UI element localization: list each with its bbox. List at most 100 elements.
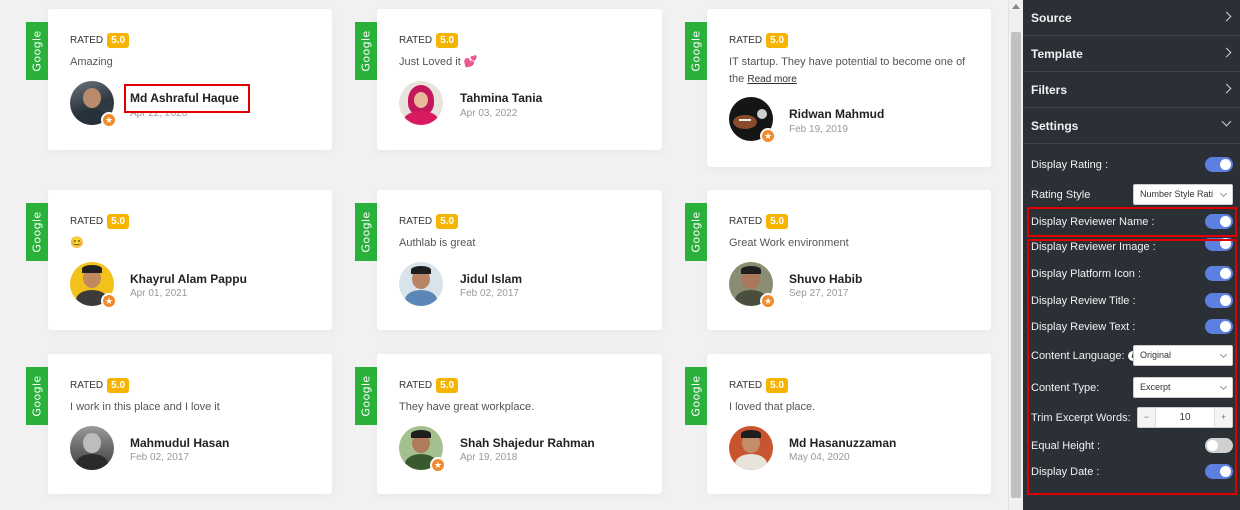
chevron-down-icon xyxy=(1219,189,1228,198)
section-settings[interactable]: Settings xyxy=(1023,108,1240,144)
avatar xyxy=(70,426,114,470)
platform-tag: Google xyxy=(355,367,377,425)
section-template[interactable]: Template xyxy=(1023,36,1240,72)
reviewer-name: Shah Shajedur Rahman xyxy=(460,436,595,450)
section-label: Template xyxy=(1031,47,1083,61)
review-text: 😊 xyxy=(70,237,84,249)
review-card[interactable]: Google RATED5.0 Amazing ★ Md Ashraful Ha… xyxy=(26,9,332,150)
rating-row: RATED 5.0 xyxy=(729,214,789,229)
rating-badge: 5.0 xyxy=(766,33,789,48)
rating-row: RATED 5.0 xyxy=(399,378,459,393)
review-text: I loved that place. xyxy=(729,401,816,413)
google-star-icon: ★ xyxy=(760,293,776,309)
display-rating-toggle[interactable] xyxy=(1205,157,1233,172)
review-text: Amazing xyxy=(70,56,113,68)
review-date: Apr 01, 2021 xyxy=(130,288,188,299)
review-date: Apr 19, 2018 xyxy=(460,452,518,463)
rating-badge: 5.0 xyxy=(766,214,789,229)
platform-tag: Google xyxy=(685,22,707,80)
section-filters[interactable]: Filters xyxy=(1023,72,1240,108)
reviewer-name: Jidul Islam xyxy=(460,272,523,286)
avatar: ★ xyxy=(70,81,117,128)
review-card[interactable]: Google RATED 5.0 I work in this place and… xyxy=(26,354,332,494)
platform-tag: Google xyxy=(26,22,48,80)
review-text: Authlab is great xyxy=(399,237,476,249)
rating-row: RATED 5.0 xyxy=(70,378,130,393)
review-date: Feb 02, 2017 xyxy=(460,288,519,299)
canvas-scrollbar[interactable] xyxy=(1008,0,1022,510)
highlight-settings-group xyxy=(1027,239,1237,495)
setting-display-rating: Display Rating : xyxy=(1023,153,1240,177)
rating-badge: 5.0 xyxy=(107,214,130,229)
rating-row: RATED 5.0 xyxy=(729,378,789,393)
reviewer-name-highlighted: Md Ashraful Haque xyxy=(130,91,239,105)
review-date: Sep 27, 2017 xyxy=(789,288,849,299)
chevron-right-icon xyxy=(1221,11,1232,22)
section-label: Settings xyxy=(1031,119,1079,133)
rating-row: RATED 5.0 xyxy=(70,214,130,229)
review-date: May 04, 2020 xyxy=(789,452,850,463)
chevron-right-icon xyxy=(1221,47,1232,58)
reviewer-name: Tahmina Tania xyxy=(460,91,543,105)
avatar: ★ xyxy=(399,426,446,473)
read-more-link[interactable]: Read more xyxy=(747,74,796,85)
reviewer-name: Khayrul Alam Pappu xyxy=(130,272,247,286)
review-text: IT startup. They have potential to becom… xyxy=(729,56,966,85)
review-text: I work in this place and I love it xyxy=(70,401,220,413)
review-card[interactable]: Google RATED 5.0 IT startup. They have po… xyxy=(685,9,991,167)
platform-tag: Google xyxy=(685,203,707,261)
review-date: Apr 03, 2022 xyxy=(460,108,518,119)
google-star-icon: ★ xyxy=(760,128,776,144)
scrollbar-thumb[interactable] xyxy=(1011,32,1021,498)
rating-badge: 5.0 xyxy=(107,378,130,393)
review-text: Just Loved it 💕 xyxy=(399,56,478,68)
section-source[interactable]: Source xyxy=(1023,0,1240,36)
review-card[interactable]: Google RATED 5.0 😊 ★ Khayrul Alam Pappu A… xyxy=(26,190,332,330)
rating-badge: 5.0 xyxy=(436,33,459,48)
review-card[interactable]: Google RATED 5.0 Just Loved it 💕 Tahmina … xyxy=(355,9,662,150)
platform-tag: Google xyxy=(26,367,48,425)
google-star-icon: ★ xyxy=(101,293,117,309)
avatar: ★ xyxy=(729,97,776,144)
rating-badge: 5.0 xyxy=(436,378,459,393)
platform-tag: Google xyxy=(355,22,377,80)
platform-tag: Google xyxy=(685,367,707,425)
rating-badge: 5.0 xyxy=(766,378,789,393)
reviewer-name: Shuvo Habib xyxy=(789,272,863,286)
chevron-right-icon xyxy=(1221,83,1232,94)
rating-row: RATED 5.0 xyxy=(399,33,459,48)
platform-tag: Google xyxy=(355,203,377,261)
reviewer-name: Mahmudul Hasan xyxy=(130,436,230,450)
review-card[interactable]: Google RATED 5.0 They have great workplac… xyxy=(355,354,662,494)
rating-row: RATED 5.0 xyxy=(70,33,130,48)
settings-panel: Source Template Filters Settings Display… xyxy=(1023,0,1240,510)
review-text: Great Work environment xyxy=(729,237,849,249)
platform-tag: Google xyxy=(26,203,48,261)
reviewer-name: Ridwan Mahmud xyxy=(789,107,885,121)
section-label: Source xyxy=(1031,11,1072,25)
review-card[interactable]: Google RATED 5.0 I loved that place. Md H… xyxy=(685,354,991,494)
rating-badge: 5.0 xyxy=(107,33,130,48)
review-date: Feb 02, 2017 xyxy=(130,452,189,463)
google-star-icon: ★ xyxy=(101,112,117,128)
rating-badge: 5.0 xyxy=(436,214,459,229)
avatar: ★ xyxy=(729,262,776,309)
setting-rating-style: Rating Style Number Style Rati xyxy=(1023,183,1240,207)
chevron-down-icon xyxy=(1221,116,1232,127)
avatar xyxy=(399,81,443,125)
rating-row: RATED 5.0 xyxy=(399,214,459,229)
review-card[interactable]: Google RATED 5.0 Great Work environment ★… xyxy=(685,190,991,330)
google-star-icon: ★ xyxy=(430,457,446,473)
review-date: Feb 19, 2019 xyxy=(789,124,848,135)
avatar xyxy=(399,262,443,306)
avatar: ★ xyxy=(70,262,117,309)
avatar xyxy=(729,426,773,470)
review-text: They have great workplace. xyxy=(399,401,535,413)
section-label: Filters xyxy=(1031,83,1068,97)
review-canvas: Google RATED5.0 Amazing ★ Md Ashraful Ha… xyxy=(0,0,1008,510)
scroll-up-arrow-icon[interactable] xyxy=(1012,4,1020,9)
rating-row: RATED 5.0 xyxy=(729,33,789,48)
review-card[interactable]: Google RATED 5.0 Authlab is great Jidul I… xyxy=(355,190,662,330)
rating-style-select[interactable]: Number Style Rati xyxy=(1133,184,1233,205)
highlight-reviewer-name-setting xyxy=(1027,207,1237,237)
